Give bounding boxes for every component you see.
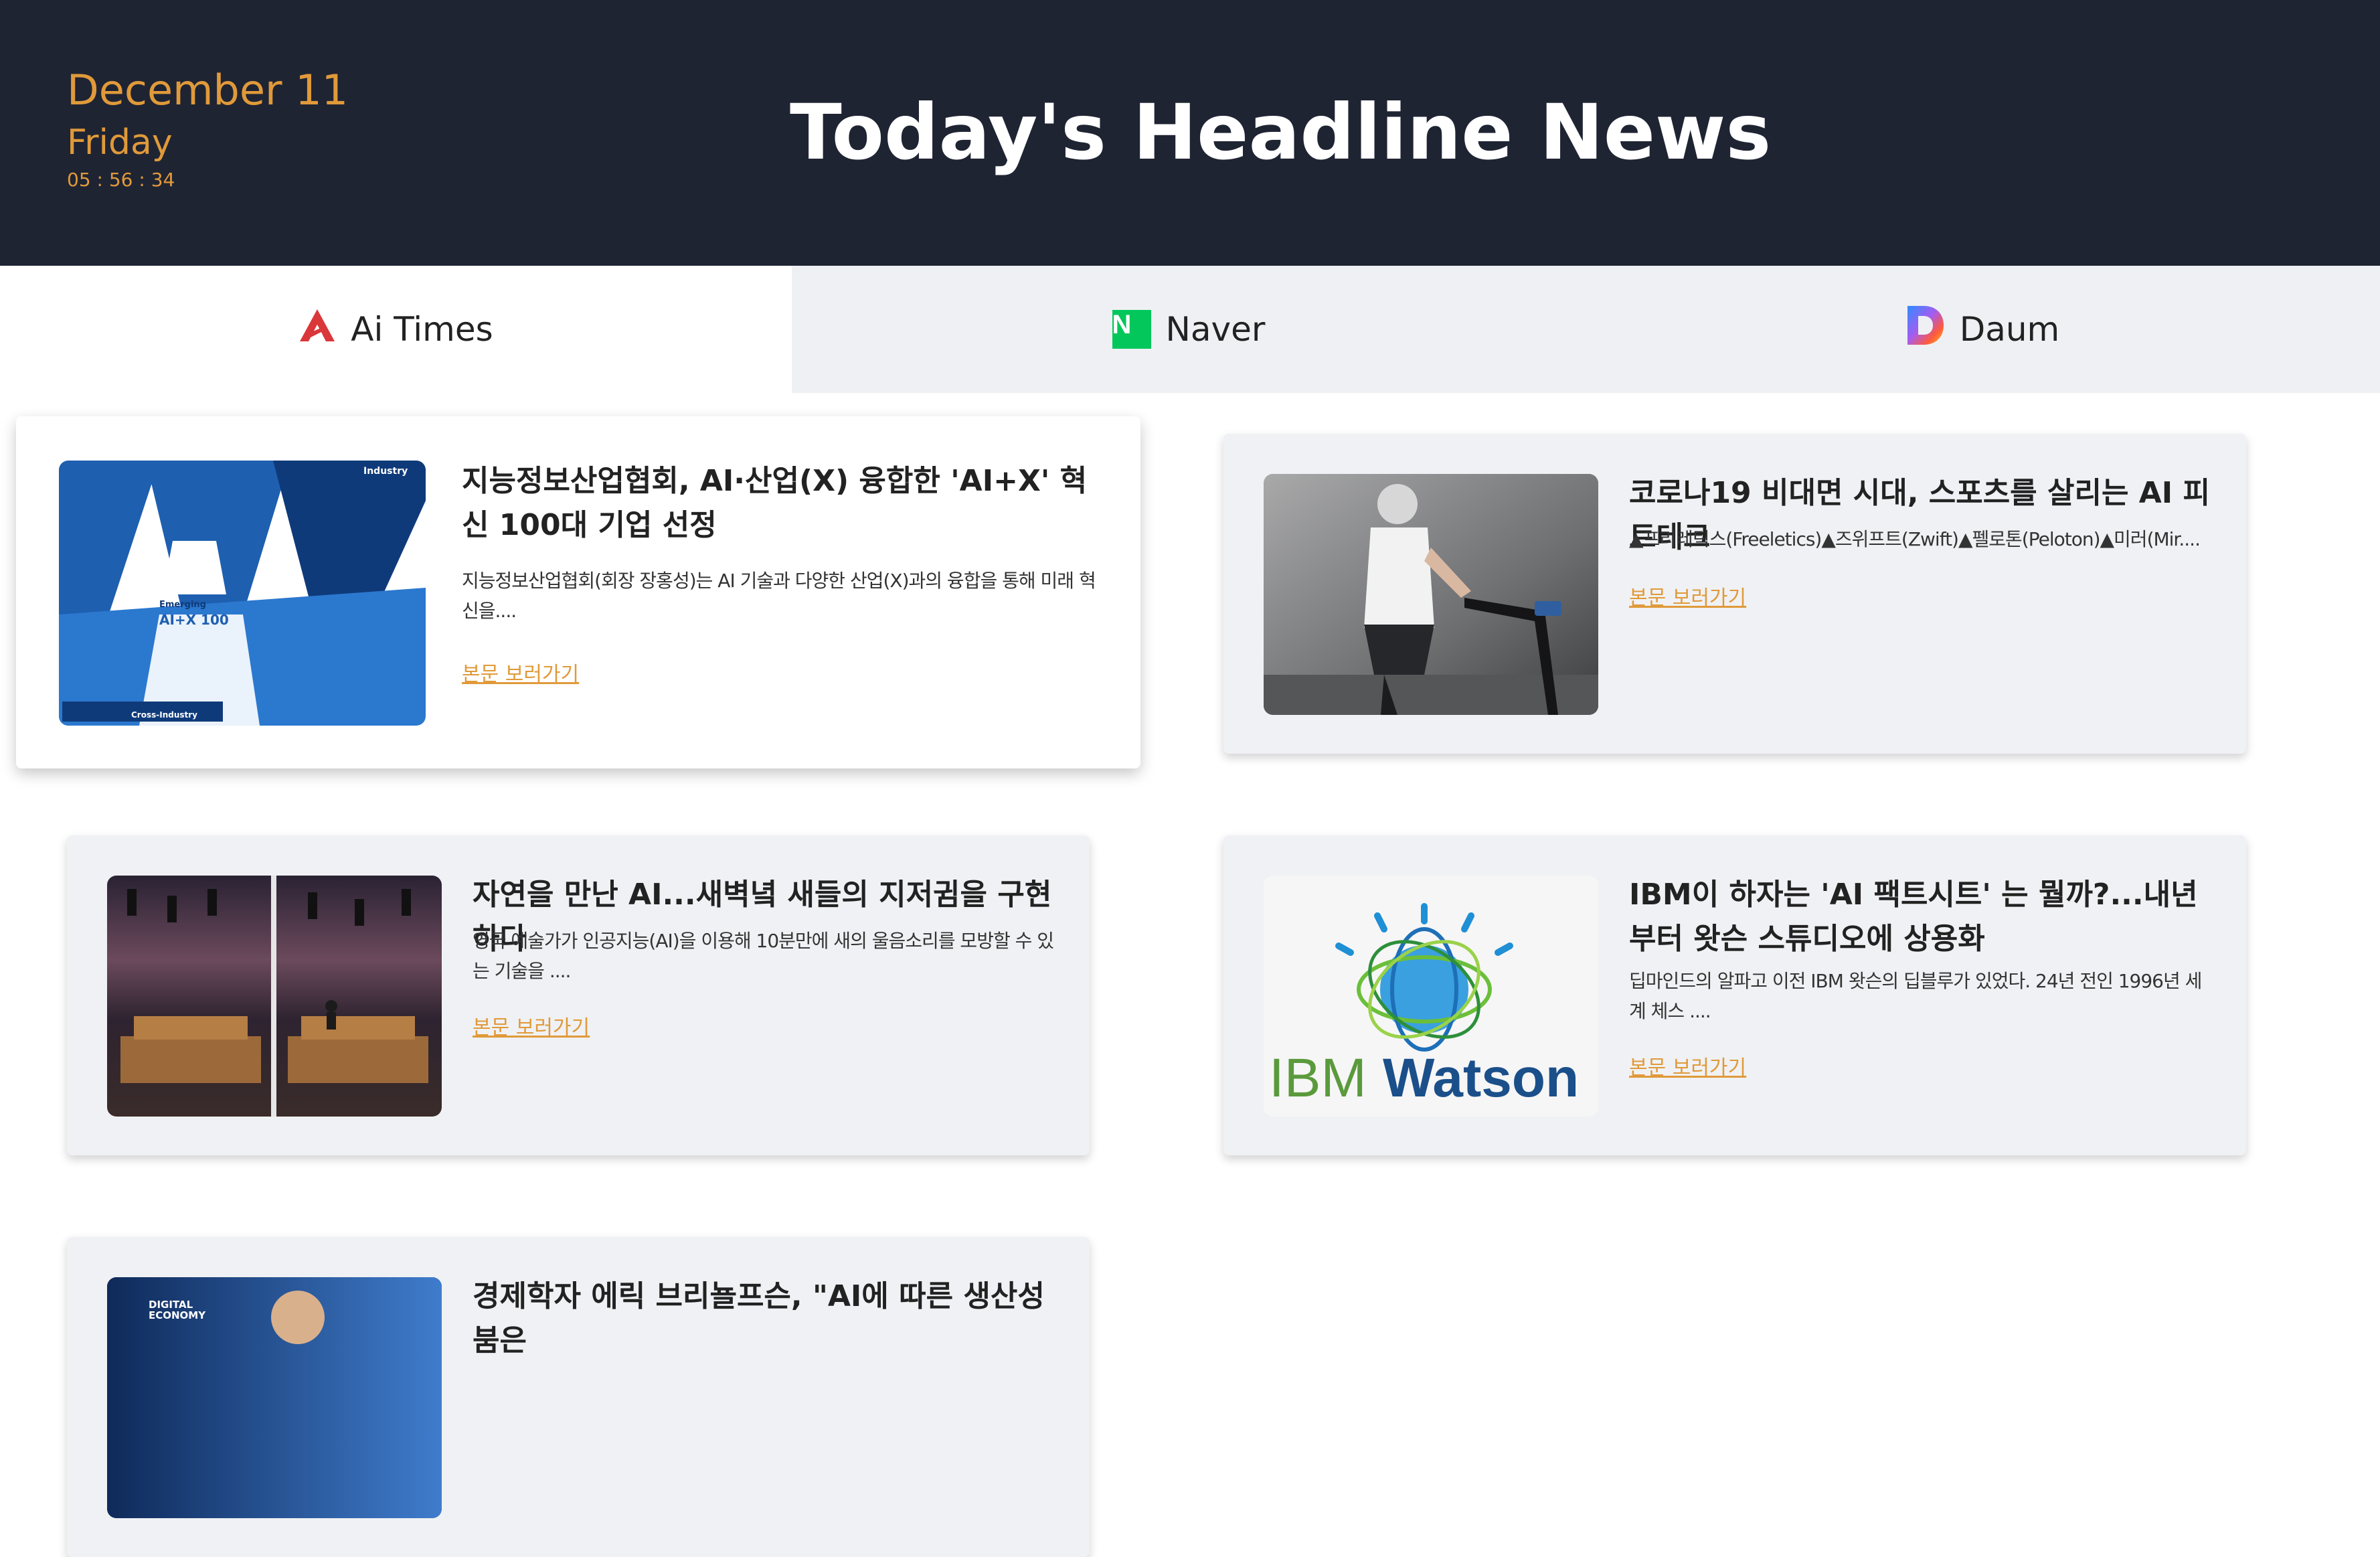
read-article-link[interactable]: 본문 보러가기 — [1629, 581, 1746, 610]
article-card[interactable]: 코로나19 비대면 시대, 스포츠를 살리는 AI 피트테크 ▲프리레틱스(Fr… — [1223, 434, 2246, 754]
article-thumbnail: Industry Emerging AI+X 100 Cross-Industr… — [59, 461, 426, 726]
naver-logo-icon: N — [1112, 310, 1151, 349]
read-article-link[interactable]: 본문 보러가기 — [473, 1011, 590, 1040]
read-article-link[interactable]: 본문 보러가기 — [462, 657, 579, 687]
image-caption: Industry — [363, 466, 408, 477]
header-clock: 05 : 56 : 34 — [67, 169, 175, 191]
article-thumbnail — [107, 876, 442, 1117]
article-title[interactable]: IBM이 하자는 'AI 팩트시트' 는 뭘까?...내년부터 왓슨 스튜디오에… — [1629, 873, 2218, 961]
article-summary: 영국 예술가가 인공지능(AI)을 이용해 10분만에 새의 울음소리를 모방할… — [473, 930, 1054, 982]
article-title[interactable]: 경제학자 에릭 브리뇰프슨, "AI에 따른 생산성 붐은 — [473, 1275, 1061, 1363]
image-caption: Emerging — [159, 600, 206, 610]
image-caption: AI+X 100 — [159, 612, 229, 628]
header-day: Friday — [67, 122, 173, 163]
article-thumbnail: DIGITAL ECONOMY — [107, 1277, 442, 1518]
header-date: December 11 — [67, 66, 349, 114]
source-tabs: Ai Times N Naver Daum — [0, 266, 2380, 393]
article-summary: 딥마인드의 알파고 이전 IBM 왓슨의 딥블루가 있었다. 24년 전인 19… — [1629, 970, 2202, 1022]
daum-logo-icon — [1906, 305, 1945, 354]
read-article-link[interactable]: 본문 보러가기 — [1629, 1051, 1746, 1080]
page-title: Today's Headline News — [790, 88, 1772, 177]
article-card[interactable]: 자연을 만난 AI...새벽녘 새들의 지저귐을 구현하다 영국 예술가가 인공… — [67, 835, 1090, 1155]
tab-label: Daum — [1959, 310, 2060, 349]
image-caption: IBM — [1269, 1048, 1367, 1109]
article-card[interactable]: DIGITAL ECONOMY 경제학자 에릭 브리뇰프슨, "AI에 따른 생… — [67, 1237, 1090, 1557]
article-card[interactable]: Industry Emerging AI+X 100 Cross-Industr… — [16, 416, 1140, 768]
image-caption: Watson — [1383, 1048, 1580, 1109]
ai-times-logo-icon — [299, 308, 336, 351]
tab-naver[interactable]: N Naver — [792, 266, 1586, 393]
article-title[interactable]: 지능정보산업협회, AI·산업(X) 융합한 'AI+X' 혁신 100대 기업… — [462, 459, 1104, 548]
article-card[interactable]: IBM Watson IBM이 하자는 'AI 팩트시트' 는 뭘까?...내년… — [1223, 835, 2246, 1155]
article-summary: 지능정보산업협회(회장 장홍성)는 AI 기술과 다양한 산업(X)과의 융합을… — [462, 570, 1096, 622]
article-thumbnail: IBM Watson — [1264, 876, 1598, 1117]
article-summary: ▲프리레틱스(Freeletics)▲즈위프트(Zwift)▲펠로톤(Pelot… — [1629, 528, 2201, 550]
header: December 11 Friday 05 : 56 : 34 Today's … — [0, 0, 2380, 266]
tab-label: Ai Times — [351, 310, 493, 349]
article-thumbnail — [1264, 474, 1598, 715]
image-caption: DIGITAL ECONOMY — [149, 1299, 206, 1321]
image-caption: Cross-Industry — [131, 710, 197, 720]
tab-daum[interactable]: Daum — [1586, 266, 2380, 393]
tab-label: Naver — [1165, 310, 1266, 349]
tab-ai-times[interactable]: Ai Times — [0, 266, 792, 393]
